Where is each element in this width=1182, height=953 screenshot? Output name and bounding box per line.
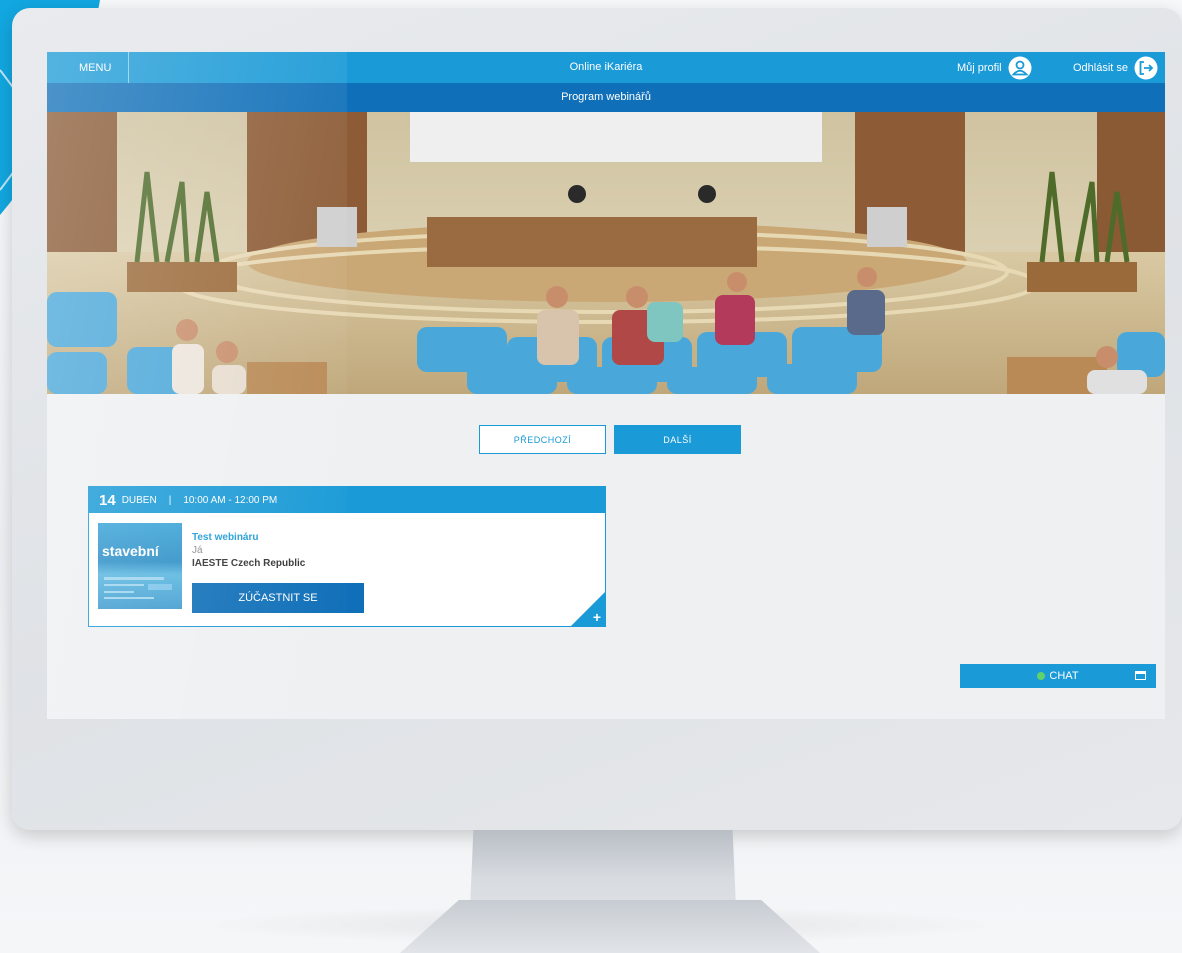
event-time: 10:00 AM - 12:00 PM (183, 494, 278, 506)
event-title-link[interactable]: Test webináru (192, 531, 305, 544)
expand-button[interactable]: + (571, 592, 605, 626)
auditorium-banner-image (47, 112, 1165, 394)
logout-arrow-icon (1134, 56, 1158, 80)
join-button[interactable]: ZÚČASTNIT SE (192, 583, 364, 613)
next-button[interactable]: DALŠÍ (614, 425, 741, 454)
webinar-event-card: 14 DUBEN | 10:00 AM - 12:00 PM stavební … (88, 486, 606, 627)
page-title: Program webinářů (47, 83, 1165, 112)
app-screen: MENU Online iKariéra Můj profil Odhlásit… (47, 52, 1165, 719)
online-dot-icon (1037, 672, 1046, 680)
event-separator: | (168, 494, 172, 506)
user-icon (1008, 56, 1032, 80)
logout-label: Odhlásit se (1073, 61, 1129, 74)
plus-icon: + (592, 609, 601, 625)
monitor-stand-base (400, 900, 820, 953)
event-speaker: Já (192, 545, 203, 556)
event-date-header: 14 DUBEN | 10:00 AM - 12:00 PM (89, 487, 605, 513)
previous-button[interactable]: PŘEDCHOZÍ (479, 425, 606, 454)
event-organization: IAESTE Czech Republic (192, 558, 306, 569)
top-navigation-bar: MENU Online iKariéra Můj profil Odhlásit… (47, 52, 1165, 83)
chat-bar[interactable]: CHAT (960, 664, 1156, 688)
profile-label: Můj profil (957, 61, 1002, 74)
event-info: Test webináru Já IAESTE Czech Republic (192, 531, 305, 570)
thumbnail-text: stavební (102, 543, 159, 559)
profile-link[interactable]: Můj profil (957, 52, 1032, 83)
thumbnail-graphic (104, 577, 172, 599)
chat-label: CHAT (1049, 670, 1079, 682)
event-thumbnail[interactable]: stavební (98, 523, 182, 609)
event-day: 14 (99, 491, 116, 509)
event-month: DUBEN (121, 494, 157, 506)
logout-link[interactable]: Odhlásit se (1073, 52, 1158, 83)
window-icon[interactable] (1135, 671, 1146, 680)
